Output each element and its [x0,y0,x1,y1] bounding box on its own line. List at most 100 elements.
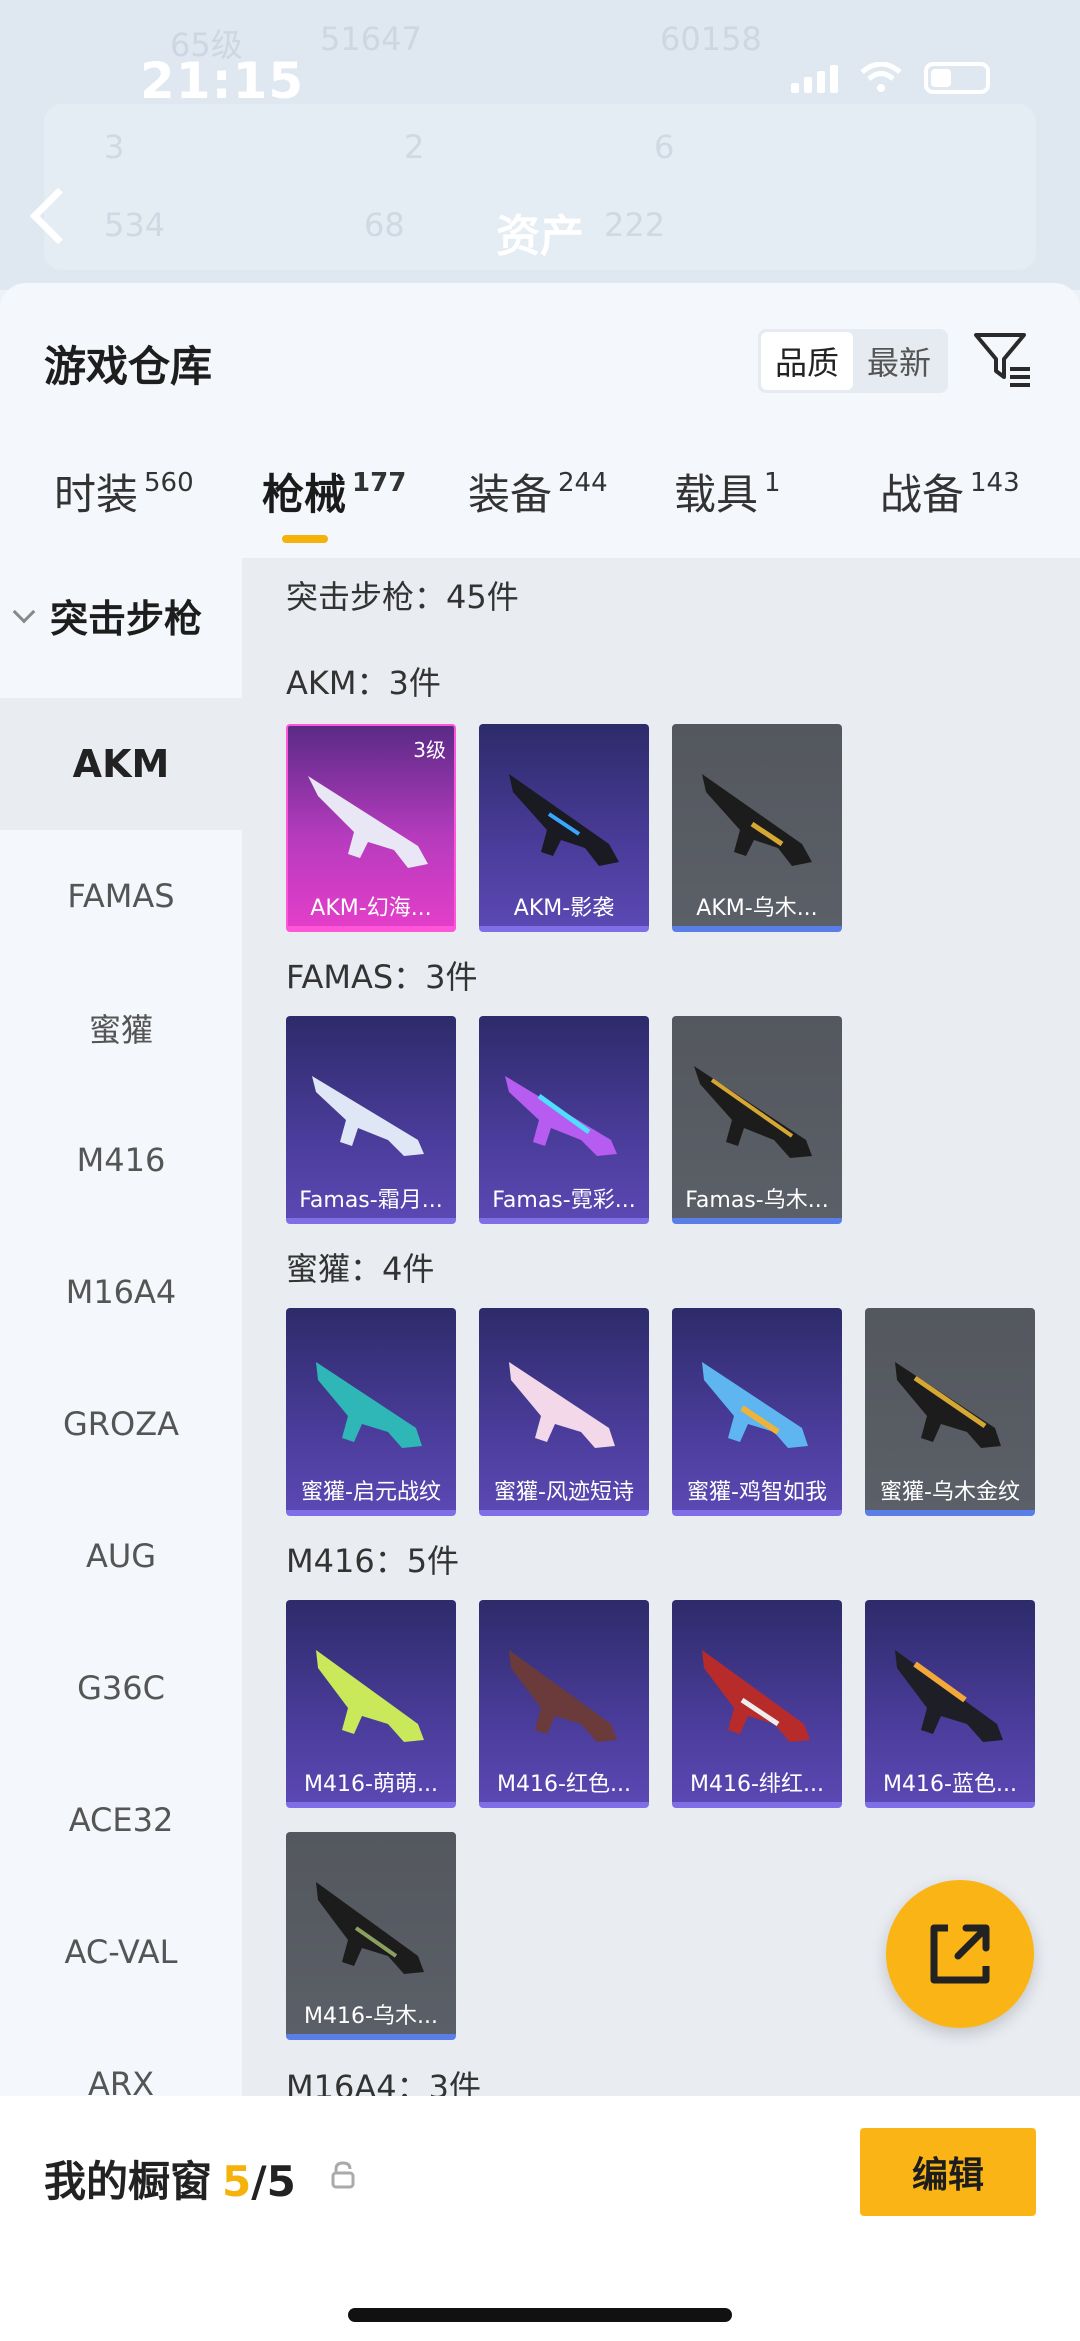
blurred-stat: 6 [654,128,675,166]
tab-firearms[interactable]: 枪械 177 [262,461,406,522]
battery-icon [924,62,990,94]
section-label: FAMAS：3件 [286,958,478,996]
weapon-name: 蜜獾-鸡智如我 [687,1480,827,1505]
wifi-icon [860,62,902,92]
weapon-card[interactable]: M416-红色... [479,1600,649,1808]
weapon-type-nav: 突击步枪 AKM FAMAS 蜜獾 M416 M16A4 GROZA AUG G… [0,558,242,2338]
weapon-card[interactable]: Famas-霓彩... [479,1016,649,1224]
weapon-card[interactable]: M416-萌萌... [286,1600,456,1808]
nav-item-m16a4[interactable]: M16A4 [0,1226,242,1358]
blurred-stat: 60158 [660,20,762,58]
rifle-icon [316,1362,422,1448]
tab-supplies[interactable]: 战备 143 [880,461,1020,522]
rifle-icon [312,1076,424,1156]
rifle-icon [308,776,428,868]
blurred-stat: 68 [364,206,405,244]
showcase-label: 我的橱窗 [44,2157,213,2206]
weapon-card[interactable]: AKM-影袭 [479,724,649,932]
nav-item-ac-val[interactable]: AC-VAL [0,1886,242,2018]
weapon-name: 蜜獾-乌木金纹 [880,1480,1020,1505]
weapon-name: M416-红色... [497,1772,631,1797]
nav-item-famas[interactable]: FAMAS [0,830,242,962]
status-icons [791,62,990,94]
rifle-icon [509,774,619,866]
weapon-card[interactable]: 蜜獾-启元战纹 [286,1308,456,1516]
weapon-card[interactable]: 蜜獾-风迹短诗 [479,1308,649,1516]
weapon-card[interactable]: 蜜獾-鸡智如我 [672,1308,842,1516]
blurred-stat: 222 [604,206,666,244]
share-button[interactable] [886,1880,1034,2028]
blurred-stat: 534 [104,206,166,244]
warehouse-sheet: 游戏仓库 品质 最新 时装 560 枪械 177 装备 244 载具 1 战备 143 突… [0,283,1080,2341]
weapon-name: M416-蓝色... [883,1772,1017,1797]
showcase-summary: 我的橱窗 5 /5 [44,2148,296,2209]
blurred-stat: 51647 [320,20,422,58]
page-title: 资产 [496,211,584,262]
chevron-down-icon [12,600,36,623]
weapon-name: Famas-乌木... [685,1188,829,1213]
category-tabs: 时装 560 枪械 177 装备 244 载具 1 战备 143 [0,461,1080,541]
weapon-name: Famas-霜月... [299,1188,443,1213]
home-indicator [348,2308,732,2322]
tab-equipment[interactable]: 装备 244 [468,461,608,522]
showcase-bar: 我的橱窗 5 /5 编辑 [0,2096,1080,2341]
nav-item-akm[interactable]: AKM [0,698,242,830]
weapon-card[interactable]: M416-绯红... [672,1600,842,1808]
signal-icon [791,63,838,93]
weapon-name: 蜜獾-启元战纹 [301,1480,441,1505]
weapon-grid: 突击步枪：45件 AKM：3件 3级 AKM-幻海... AKM-影袭 AKM-… [242,558,1080,2338]
weapon-name: AKM-乌木... [696,896,818,921]
rifle-icon [702,1650,810,1742]
nav-item-aug[interactable]: AUG [0,1490,242,1622]
rifle-icon [895,1650,1003,1742]
sort-toggle: 品质 最新 [758,329,948,393]
weapon-card[interactable]: AKM-乌木... [672,724,842,932]
weapon-card[interactable]: 3级 AKM-幻海... [286,724,456,932]
lock-icon [331,2161,355,2189]
nav-item-g36c[interactable]: G36C [0,1622,242,1754]
weapon-name: 蜜獾-风迹短诗 [494,1480,634,1505]
sort-newest-button[interactable]: 最新 [853,332,945,390]
nav-item-honey-badger[interactable]: 蜜獾 [0,962,242,1094]
blurred-stat: 2 [404,128,425,166]
nav-item-groza[interactable]: GROZA [0,1358,242,1490]
tab-vehicles[interactable]: 载具 1 [674,461,781,522]
weapon-card[interactable]: M416-乌木... [286,1832,456,2040]
showcase-current: 5 [222,2157,252,2206]
weapon-card[interactable]: Famas-乌木... [672,1016,842,1224]
active-tab-indicator [282,535,328,543]
sort-quality-button[interactable]: 品质 [761,332,853,390]
weapon-name: AKM-幻海... [310,896,432,921]
weapon-name: AKM-影袭 [513,896,615,921]
rifle-icon [316,1650,424,1742]
rifle-icon [316,1882,424,1974]
tab-outfits[interactable]: 时装 560 [54,461,194,522]
nav-item-ace32[interactable]: ACE32 [0,1754,242,1886]
level-badge: 3级 [413,738,446,762]
weapon-name: Famas-霓彩... [492,1188,636,1213]
total-count: 突击步枪：45件 [286,578,519,616]
status-time: 21:15 [140,52,305,110]
share-icon [930,1924,990,1984]
weapon-name: M416-萌萌... [304,1772,438,1797]
weapon-card[interactable]: Famas-霜月... [286,1016,456,1224]
rifle-icon [702,1362,808,1448]
section-label: 蜜獾：4件 [286,1250,435,1288]
rifle-icon [895,1362,1001,1448]
nav-group-assault-rifles[interactable]: 突击步枪 [12,588,202,643]
weapon-card[interactable]: 蜜獾-乌木金纹 [865,1308,1035,1516]
weapon-card[interactable]: M416-蓝色... [865,1600,1035,1808]
filter-icon[interactable] [970,325,1034,389]
section-label: M416：5件 [286,1542,460,1580]
edit-button[interactable]: 编辑 [860,2128,1036,2216]
rifle-icon [702,774,812,866]
warehouse-title: 游戏仓库 [44,342,213,391]
weapon-name: M416-乌木... [304,2004,438,2029]
rifle-icon [694,1066,812,1158]
blurred-stat: 3 [104,128,125,166]
section-label: AKM：3件 [286,664,441,702]
top-header: 65级 51647 60158 21:15 3 2 6 534 68 222 资… [0,0,1080,290]
rifle-icon [509,1650,617,1742]
rifle-icon [509,1362,615,1448]
nav-item-m416[interactable]: M416 [0,1094,242,1226]
